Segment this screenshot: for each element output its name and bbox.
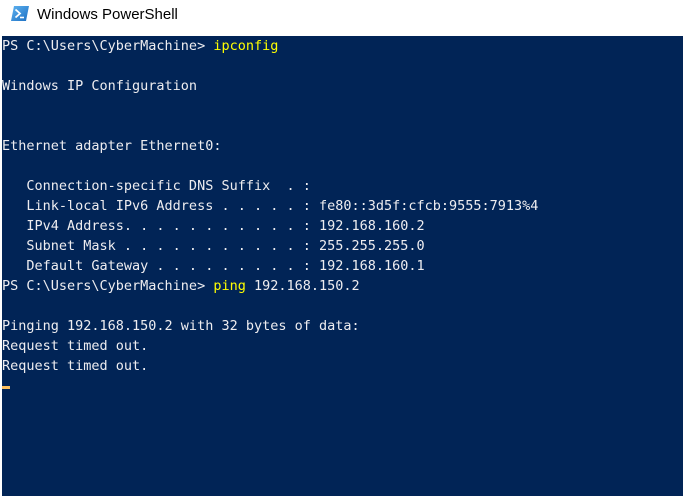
console-output-line: Default Gateway . . . . . . . . . : 192.… [2, 258, 425, 274]
console-output-line: Ethernet adapter Ethernet0: [2, 138, 222, 154]
console-output-line: IPv4 Address. . . . . . . . . . . : 192.… [2, 218, 425, 234]
console-command-args: 192.168.150.2 [245, 278, 360, 294]
text-cursor [2, 386, 10, 389]
console-command: ping [213, 278, 246, 294]
console-command-line: PS C:\Users\CyberMachine> ping 192.168.1… [2, 276, 683, 296]
console-command: ipconfig [213, 38, 279, 54]
console-output-line: Link-local IPv6 Address . . . . . : fe80… [2, 198, 539, 214]
console-prompt: PS C:\Users\CyberMachine> [2, 278, 214, 294]
console-output: PS C:\Users\CyberMachine> ipconfig Window… [2, 36, 683, 376]
console-output-line: Connection-specific DNS Suffix . : [2, 178, 311, 194]
console-output-line: Request timed out. [2, 338, 149, 354]
console-prompt: PS C:\Users\CyberMachine> [2, 38, 214, 54]
powershell-icon [11, 6, 29, 21]
powershell-window: Windows PowerShell PS C:\Users\CyberMach… [0, 0, 685, 496]
window-title: Windows PowerShell [37, 6, 178, 23]
console-area[interactable]: PS C:\Users\CyberMachine> ipconfig Window… [2, 36, 683, 496]
console-output-line: Request timed out. [2, 358, 149, 374]
console-output-line: Windows IP Configuration [2, 78, 198, 94]
console-output-line: Subnet Mask . . . . . . . . . . . : 255.… [2, 238, 425, 254]
console-command-line: PS C:\Users\CyberMachine> ipconfig [2, 36, 683, 56]
title-bar[interactable]: Windows PowerShell [0, 0, 685, 36]
console-output-line: Pinging 192.168.150.2 with 32 bytes of d… [2, 318, 360, 334]
